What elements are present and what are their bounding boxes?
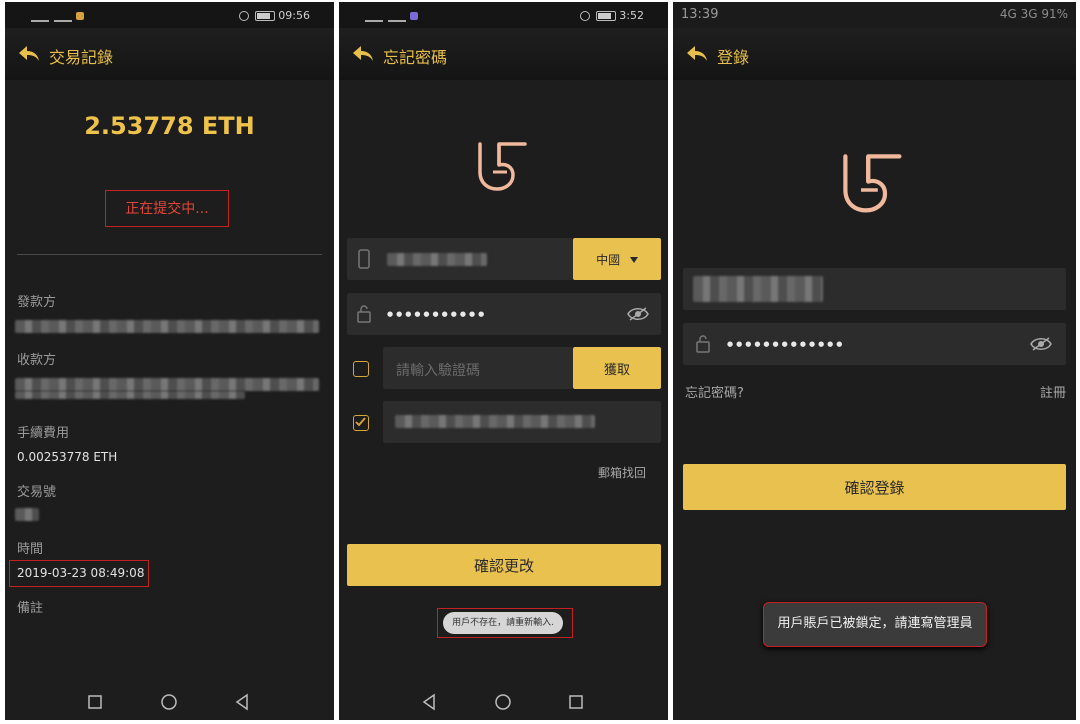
status-time: 13:39 (681, 7, 719, 22)
status-right: 3:52 (580, 9, 644, 22)
email-method-checkbox[interactable] (353, 415, 369, 431)
sender-address-redacted (15, 320, 319, 333)
status-bar: 7809:56 (5, 2, 334, 28)
country-label: 中國 (596, 252, 621, 267)
page-title: 忘記密碼 (383, 48, 448, 67)
dropdown-arrow-icon (629, 257, 638, 263)
recents-icon[interactable] (566, 692, 586, 712)
email-redacted (395, 415, 595, 428)
page-title: 交易記錄 (49, 48, 114, 67)
time-value: 2019-03-23 08:49:08 (17, 566, 145, 580)
status-right: 4G 3G 91% (999, 7, 1068, 21)
status-time: 3:52 (619, 9, 644, 22)
forgot-password-screen: 3:52 忘記密碼 中國 ●●●●●●●●●●● 請輸入驗證碼 獲取 郵箱找回 … (339, 2, 668, 720)
app-header: 登錄 (673, 28, 1076, 80)
system-nav-bar (5, 684, 334, 720)
recents-icon[interactable] (85, 692, 105, 712)
toast-message: 用戶不存在，請重新輸入. (443, 612, 563, 634)
back-nav-icon[interactable] (232, 692, 252, 712)
signal-icons (365, 9, 418, 22)
sms-method-checkbox[interactable] (353, 361, 369, 377)
code-placeholder: 請輸入驗證碼 (396, 363, 480, 379)
confirm-change-button[interactable]: 確認更改 (347, 544, 661, 586)
eye-slash-icon[interactable] (627, 306, 649, 322)
sender-label: 發款方 (17, 295, 57, 310)
app-notification-icon (75, 12, 84, 20)
password-value: ●●●●●●●●●●● (387, 310, 488, 318)
status-text: 正在提交中... (105, 190, 229, 227)
alarm-icon (239, 11, 250, 21)
back-arrow-icon[interactable] (351, 44, 375, 64)
receiver-address-redacted-2 (15, 391, 245, 399)
password-input[interactable]: ●●●●●●●●●●● (347, 293, 661, 335)
username-input[interactable] (683, 268, 1066, 310)
confirm-login-button[interactable]: 確認登錄 (683, 464, 1066, 510)
forgot-password-link[interactable]: 忘記密碼? (685, 382, 744, 401)
note-label: 備註 (17, 601, 44, 616)
email-recovery-link[interactable]: 郵箱找回 (598, 464, 646, 481)
username-redacted (693, 276, 823, 302)
password-input[interactable]: ●●●●●●●●●●●●● (683, 323, 1066, 365)
battery-icon (596, 11, 617, 21)
back-arrow-icon[interactable] (17, 44, 41, 64)
app-notification-icon (409, 12, 418, 20)
brand-logo-icon (478, 142, 527, 191)
brand-logo-icon (843, 154, 902, 213)
app-header: 忘記密碼 (339, 28, 668, 80)
app-header: 交易記錄 (5, 28, 334, 80)
receiver-address-redacted (15, 378, 319, 391)
lock-icon (696, 335, 710, 353)
transaction-amount: 2.53778 ETH (84, 112, 255, 140)
receiver-label: 收款方 (17, 353, 57, 368)
phone-number-redacted (387, 253, 487, 266)
country-select[interactable]: 中國 (573, 238, 661, 280)
alarm-icon (580, 11, 591, 21)
back-nav-icon[interactable] (419, 692, 439, 712)
checkmark-icon (355, 417, 366, 427)
page-title: 登錄 (717, 48, 750, 67)
lock-icon (357, 305, 371, 323)
divider (17, 254, 322, 255)
status-right: 7809:56 (239, 9, 310, 22)
phone-input[interactable] (347, 238, 573, 280)
status-bar: 13:39 4G 3G 91% (673, 2, 1076, 28)
signal-icons (31, 9, 84, 22)
eye-slash-icon[interactable] (1030, 336, 1052, 352)
login-screen: 13:39 4G 3G 91% 登錄 ●●●●●●●●●●●●● 忘記密碼? 註… (673, 2, 1076, 720)
battery-icon (255, 11, 276, 21)
home-icon[interactable] (159, 692, 179, 712)
transaction-record-screen: 7809:56 交易記錄 2.53778 ETH 正在提交中... 發款方 收款… (5, 2, 334, 720)
back-arrow-icon[interactable] (685, 44, 709, 64)
fee-label: 手續費用 (17, 426, 70, 441)
email-input[interactable] (383, 401, 661, 443)
status-time: 09:56 (278, 9, 310, 22)
get-code-button[interactable]: 獲取 (573, 347, 661, 389)
home-icon[interactable] (493, 692, 513, 712)
system-nav-bar (339, 684, 668, 720)
toast-message: 用戶賬戶已被鎖定，請連寫管理員 (763, 602, 987, 647)
password-value: ●●●●●●●●●●●●● (727, 340, 846, 348)
code-input[interactable]: 請輸入驗證碼 (383, 347, 573, 389)
time-label: 時間 (17, 542, 44, 557)
fee-value: 0.00253778 ETH (17, 450, 118, 464)
status-bar: 3:52 (339, 2, 668, 28)
phone-icon (358, 249, 370, 269)
register-link[interactable]: 註冊 (1040, 382, 1066, 401)
txid-redacted (15, 508, 39, 521)
txid-label: 交易號 (17, 485, 57, 500)
